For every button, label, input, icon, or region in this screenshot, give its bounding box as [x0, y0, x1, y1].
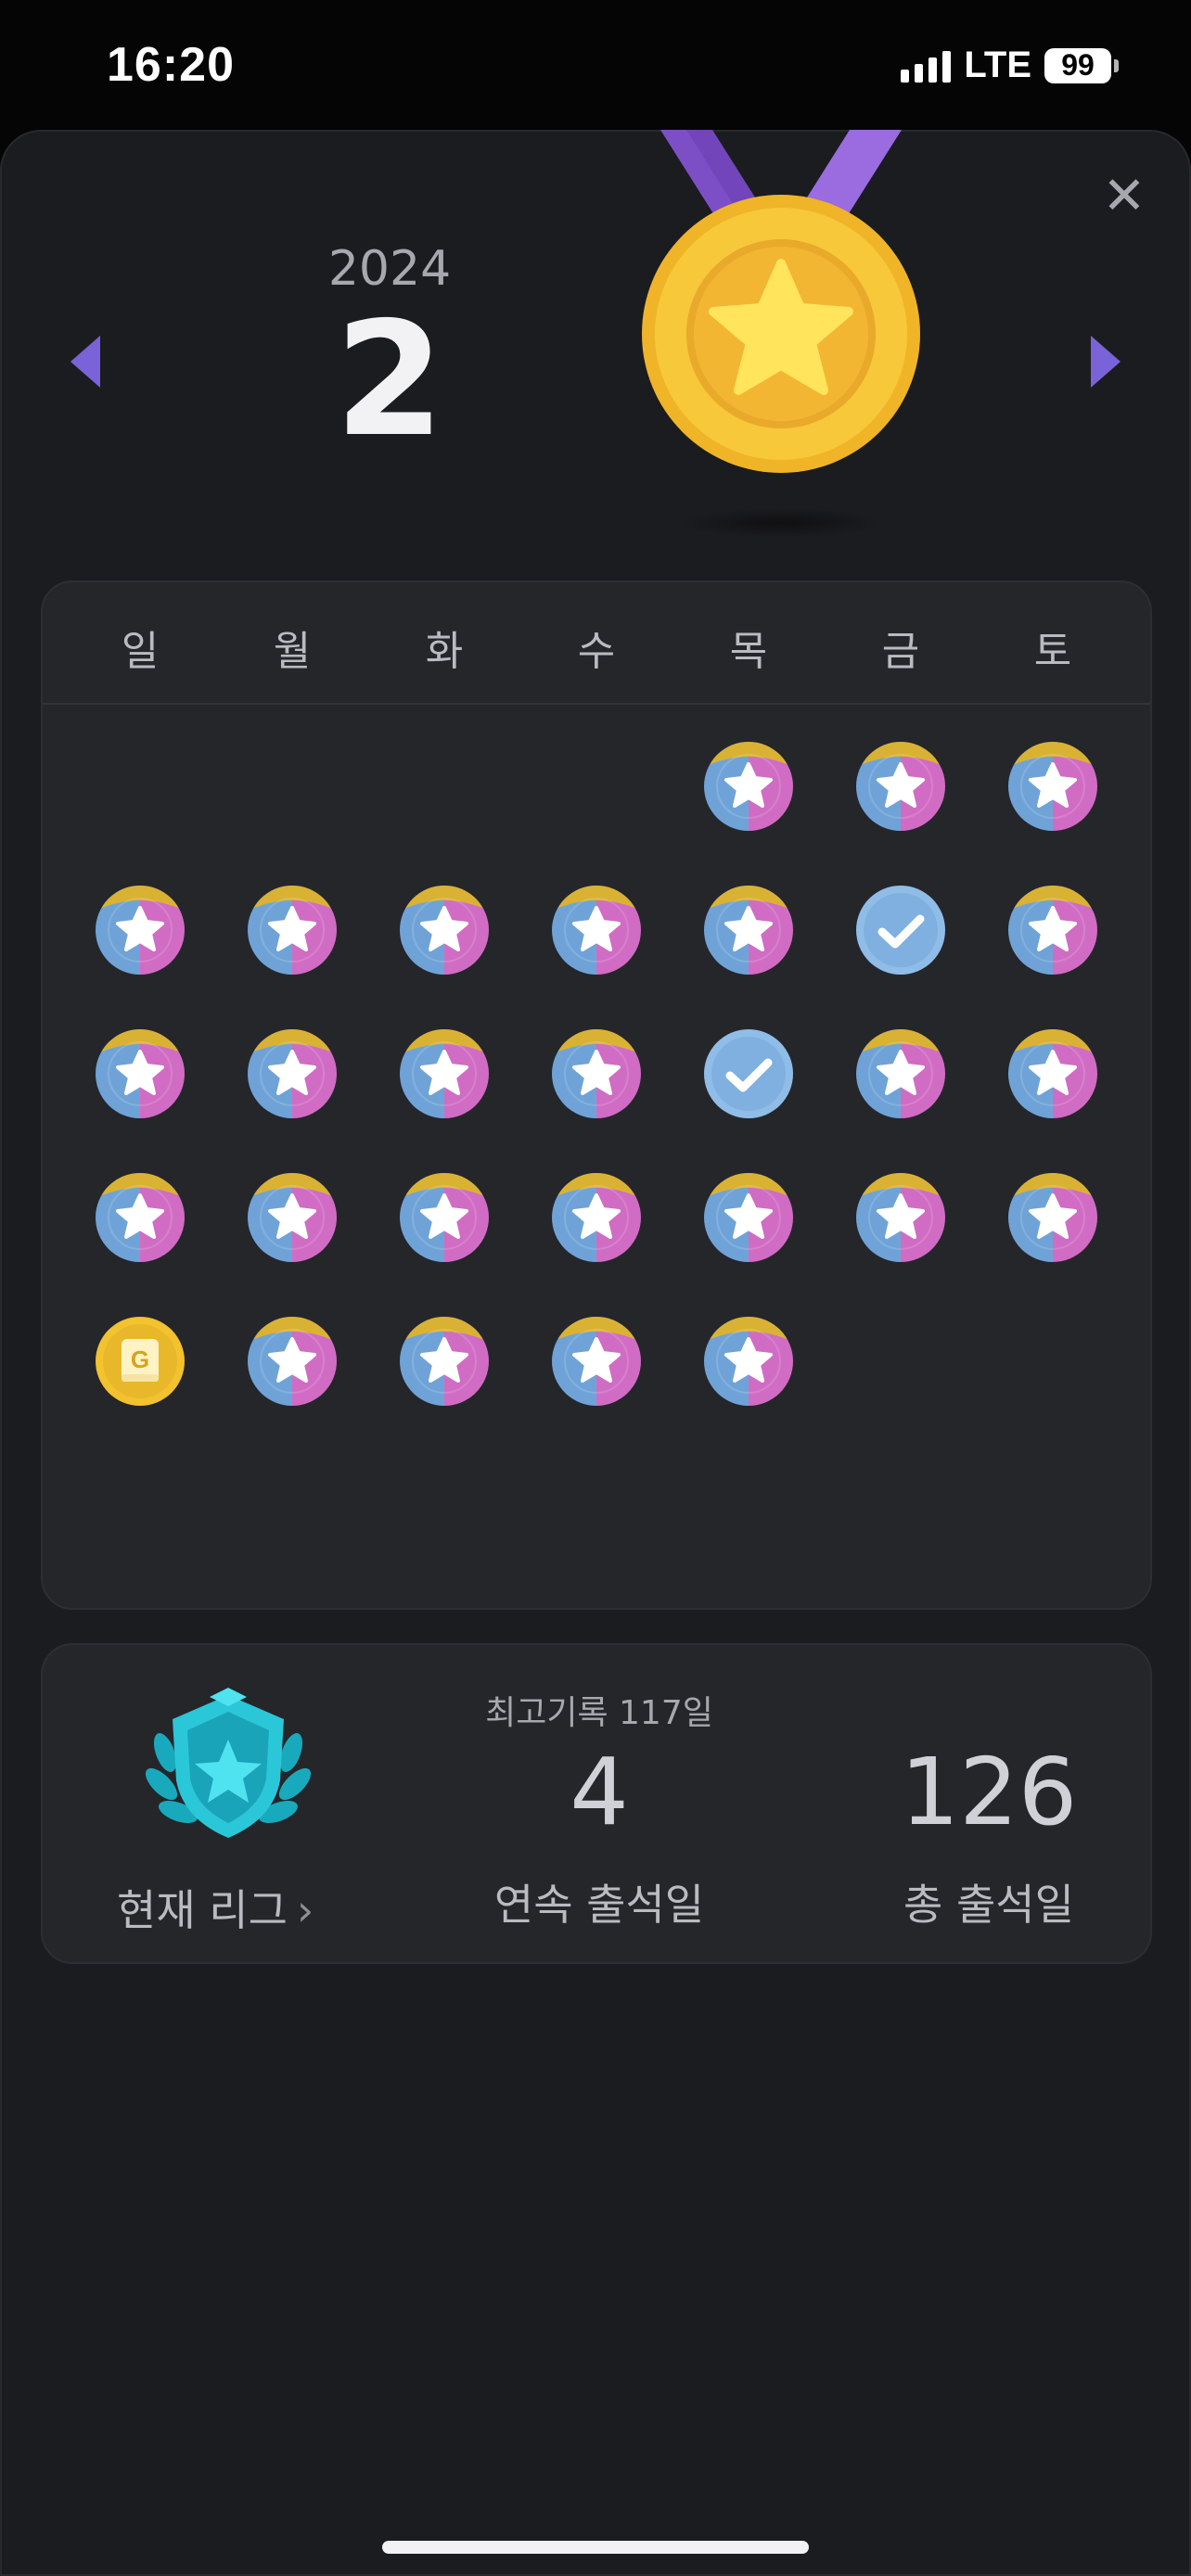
- day-star-icon[interactable]: [398, 884, 491, 976]
- close-icon[interactable]: ✕: [1096, 169, 1152, 224]
- day-star-icon[interactable]: [94, 1171, 186, 1264]
- network-type: LTE: [964, 45, 1031, 85]
- weekday-label: 일: [121, 628, 160, 675]
- day-star-icon[interactable]: [854, 740, 947, 833]
- status-bar: 16:20 LTE 99: [0, 0, 1191, 130]
- total-attendance-value: 126: [900, 1738, 1078, 1846]
- day-star-icon[interactable]: [1006, 1171, 1099, 1264]
- weekday-label: 토: [1033, 628, 1072, 675]
- day-star-icon[interactable]: [1006, 740, 1099, 833]
- day-star-icon[interactable]: [854, 1027, 947, 1120]
- chevron-right-icon: ›: [296, 1885, 314, 1935]
- day-star-icon[interactable]: [702, 884, 795, 976]
- status-time: 16:20: [107, 38, 235, 92]
- svg-text:G: G: [131, 1345, 149, 1373]
- streak-value: 4: [570, 1738, 629, 1846]
- weekday-label: 월: [273, 628, 312, 675]
- day-check-icon[interactable]: [854, 884, 947, 976]
- league-badge-icon[interactable]: [145, 1688, 312, 1845]
- day-star-icon[interactable]: [550, 884, 643, 976]
- current-league-link[interactable]: 현재 리그 ›: [117, 1877, 314, 1938]
- day-star-icon[interactable]: [398, 1171, 491, 1264]
- day-gold-book-icon[interactable]: G: [94, 1315, 186, 1408]
- month-label: 2: [334, 288, 445, 472]
- weekday-label: 화: [425, 628, 464, 675]
- day-star-icon[interactable]: [702, 1315, 795, 1408]
- day-check-icon[interactable]: [702, 1027, 795, 1120]
- day-star-icon[interactable]: [1006, 1027, 1099, 1120]
- attendance-sheet: ✕ 2024 2 일월화수목금토 G 현재 리그 › 최고기록 117일 4 연…: [0, 130, 1191, 2576]
- calendar-card: 일 월 화 수 목 금 토 G: [41, 580, 1152, 1610]
- day-star-icon[interactable]: [550, 1171, 643, 1264]
- day-star-icon[interactable]: [550, 1027, 643, 1120]
- day-star-icon[interactable]: [702, 740, 795, 833]
- day-star-icon[interactable]: [398, 1027, 491, 1120]
- day-star-icon[interactable]: [94, 1027, 186, 1120]
- prev-month-button[interactable]: [70, 336, 100, 388]
- day-star-icon[interactable]: [94, 884, 186, 976]
- battery-icon: 99: [1044, 47, 1119, 83]
- status-indicators: LTE 99: [901, 45, 1119, 86]
- day-star-icon[interactable]: [1006, 884, 1099, 976]
- signal-icon: [901, 49, 952, 83]
- next-month-button[interactable]: [1091, 336, 1121, 388]
- weekday-label: 금: [881, 628, 920, 675]
- home-indicator[interactable]: [382, 2541, 809, 2554]
- stats-card: 현재 리그 › 최고기록 117일 4 연속 출석일 126 총 출석일: [41, 1643, 1152, 1964]
- day-star-icon[interactable]: [246, 1171, 339, 1264]
- current-league-label: 현재 리그: [117, 1885, 288, 1935]
- day-star-icon[interactable]: [246, 1315, 339, 1408]
- weekday-label: 목: [729, 628, 768, 675]
- weekday-label: 수: [577, 628, 616, 675]
- day-star-icon[interactable]: [246, 1027, 339, 1120]
- gold-medal-icon: [642, 130, 920, 538]
- best-record-label: 최고기록 117일: [485, 1694, 713, 1732]
- weekday-header: 일월화수목금토: [43, 582, 1150, 705]
- total-attendance-label: 총 출석일: [903, 1880, 1074, 1930]
- day-star-icon[interactable]: [398, 1315, 491, 1408]
- day-star-icon[interactable]: [550, 1315, 643, 1408]
- day-star-icon[interactable]: [246, 884, 339, 976]
- day-star-icon[interactable]: [702, 1171, 795, 1264]
- streak-label: 연속 출석일: [493, 1880, 705, 1930]
- day-star-icon[interactable]: [854, 1171, 947, 1264]
